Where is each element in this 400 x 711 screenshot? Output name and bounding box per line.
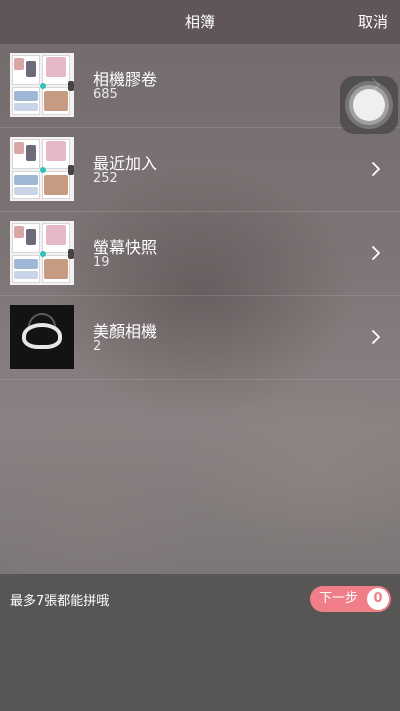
- next-button-label: 下一步: [319, 591, 359, 606]
- album-row-screenshots[interactable]: 螢幕快照 19: [0, 212, 400, 296]
- album-count: 685: [93, 87, 118, 102]
- album-thumbnail: [10, 137, 74, 201]
- album-count: 252: [93, 171, 118, 186]
- selection-hint: 最多7張都能拼哦: [10, 594, 110, 609]
- next-button[interactable]: 下一步 0: [310, 586, 391, 612]
- cancel-button[interactable]: 取消: [358, 0, 388, 44]
- album-count: 19: [93, 255, 110, 270]
- album-row-beauty-camera[interactable]: 美顏相機 2: [0, 296, 400, 380]
- album-thumbnail: [10, 53, 74, 117]
- page-title: 相簿: [184, 13, 215, 31]
- album-thumbnail: [10, 305, 74, 369]
- album-row-recently-added[interactable]: 最近加入 252: [0, 128, 400, 212]
- chevron-right-icon: [372, 162, 380, 176]
- album-count: 2: [93, 339, 102, 354]
- chevron-right-icon: [372, 246, 380, 260]
- assistive-touch-icon[interactable]: [340, 76, 398, 134]
- chevron-right-icon: [372, 330, 380, 344]
- selected-count-badge: 0: [367, 588, 389, 610]
- album-thumbnail: [10, 221, 74, 285]
- nav-bar: 相簿 取消: [0, 0, 400, 44]
- album-name: 美顏相機: [93, 322, 158, 341]
- bottom-bar: 最多7張都能拼哦 下一步 0: [0, 574, 400, 711]
- album-picker-screen: 相簿 取消 相機膠卷 685 最近加入 252 螢幕快照 19 美顏相機 2 最…: [0, 0, 400, 711]
